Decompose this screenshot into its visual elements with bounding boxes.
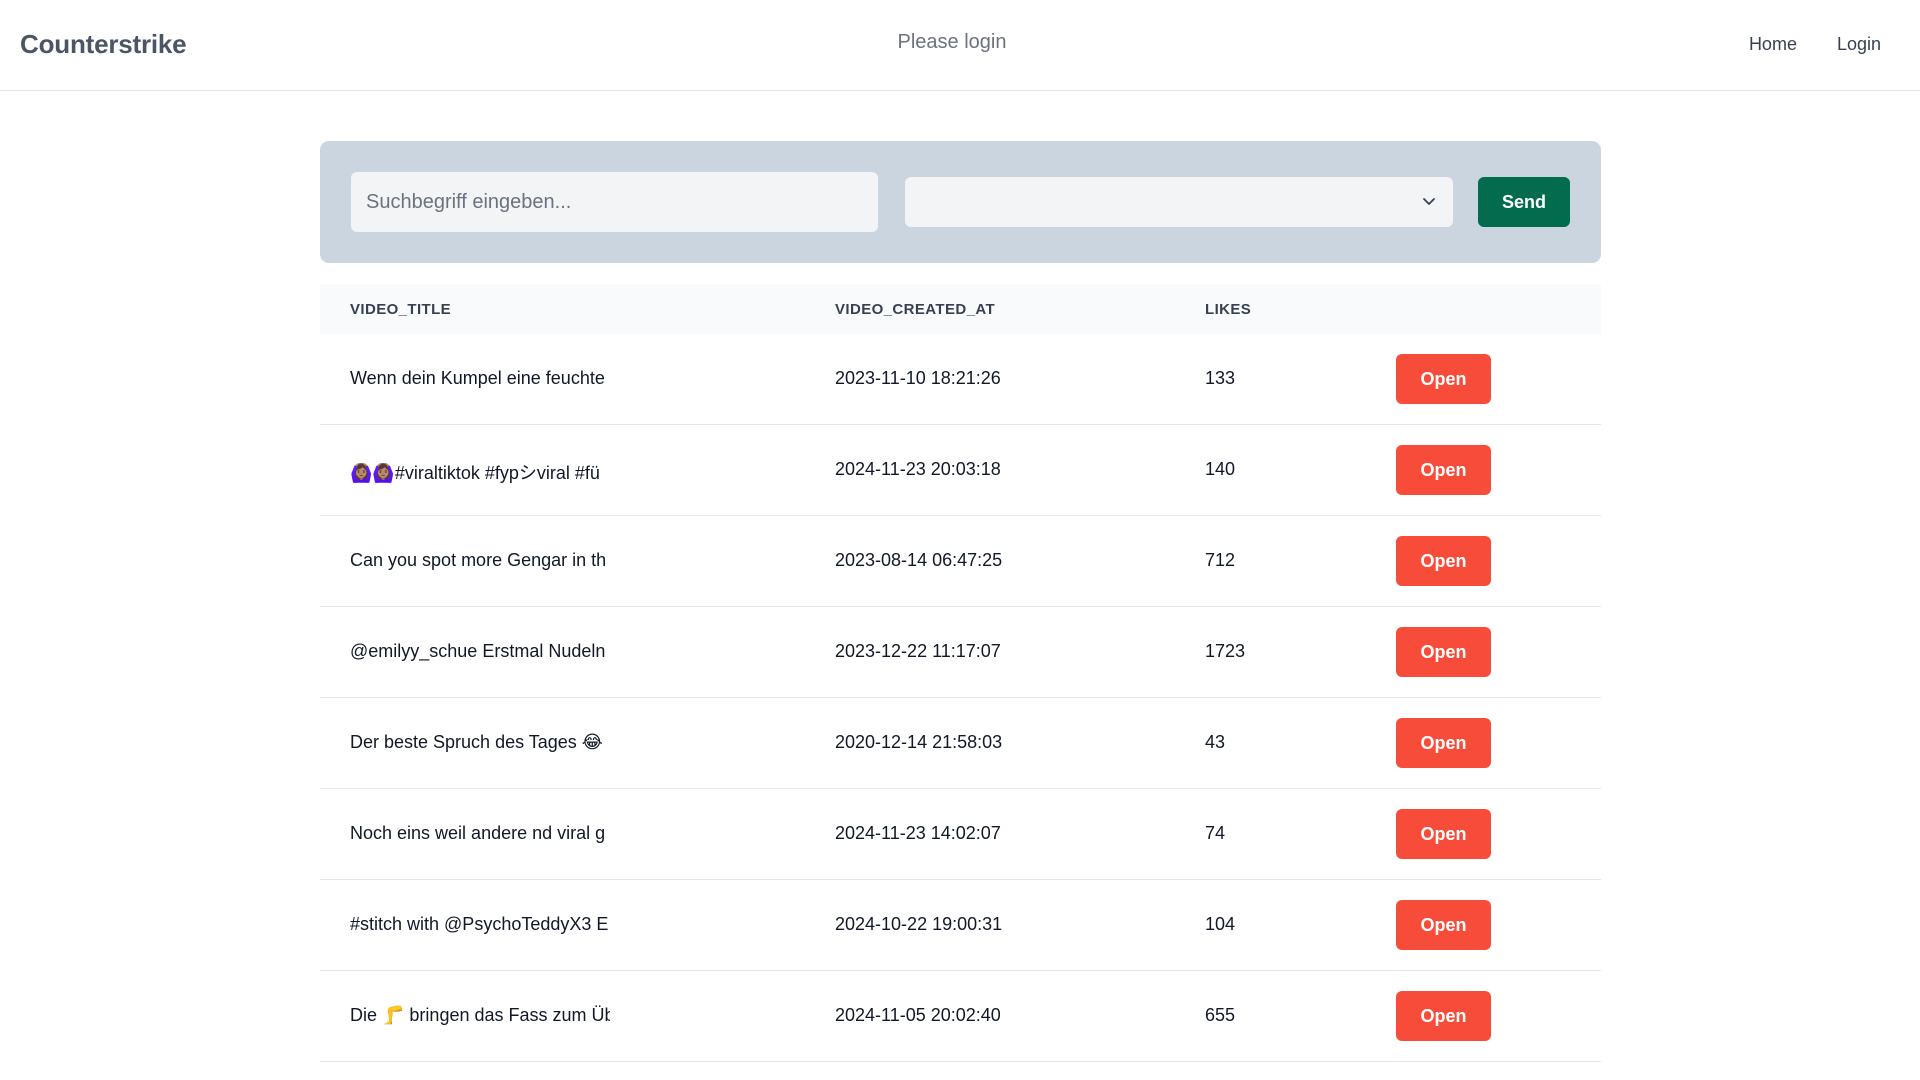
open-button[interactable]: Open	[1396, 718, 1491, 768]
header-video-title: VIDEO_TITLE	[350, 301, 452, 318]
likes-cell: 655	[1205, 1005, 1236, 1025]
video-title-cell: Die 🦵 bringen das Fass zum Üb	[350, 1005, 610, 1025]
table-row: Wenn dein Kumpel eine feuchte 2023-11-10…	[320, 334, 1601, 425]
results-table: VIDEO_TITLE VIDEO_CREATED_AT LIKES Wenn …	[320, 284, 1601, 1062]
open-button[interactable]: Open	[1396, 991, 1491, 1041]
video-created-at-cell: 2023-08-14 06:47:25	[835, 550, 1003, 570]
table-header: VIDEO_TITLE VIDEO_CREATED_AT LIKES	[320, 284, 1601, 334]
open-button[interactable]: Open	[1396, 809, 1491, 859]
send-button[interactable]: Send	[1478, 177, 1570, 227]
search-panel: Send	[320, 141, 1601, 263]
nav-login-link[interactable]: Login	[1837, 34, 1881, 55]
video-title-cell: @emilyy_schue Erstmal Nudeln	[350, 641, 606, 661]
filter-select[interactable]	[905, 177, 1453, 227]
header-video-created-at: VIDEO_CREATED_AT	[835, 301, 996, 318]
open-button[interactable]: Open	[1396, 354, 1491, 404]
login-message: Please login	[897, 31, 1007, 53]
likes-cell: 43	[1205, 732, 1226, 752]
video-title-cell: Wenn dein Kumpel eine feuchte	[350, 368, 605, 388]
video-title-cell: Can you spot more Gengar in th	[350, 550, 607, 570]
header-likes: LIKES	[1205, 301, 1252, 318]
main-container: Send VIDEO_TITLE VIDEO_CREATED_AT LIKES …	[320, 141, 1601, 1062]
video-title-cell: #stitch with @PsychoTeddyX3 E	[350, 914, 609, 934]
nav-home-link[interactable]: Home	[1749, 34, 1797, 55]
video-created-at-cell: 2024-11-23 20:03:18	[835, 459, 1001, 479]
likes-cell: 1723	[1205, 641, 1246, 661]
open-button[interactable]: Open	[1396, 900, 1491, 950]
video-created-at-cell: 2023-11-10 18:21:26	[835, 368, 1001, 388]
likes-cell: 712	[1205, 550, 1236, 570]
open-button[interactable]: Open	[1396, 536, 1491, 586]
open-button[interactable]: Open	[1396, 627, 1491, 677]
likes-cell: 140	[1205, 459, 1236, 479]
likes-cell: 133	[1205, 368, 1236, 388]
video-created-at-cell: 2023-12-22 11:17:07	[835, 641, 1001, 661]
search-input[interactable]	[351, 172, 878, 232]
table-row: Die 🦵 bringen das Fass zum Üb 2024-11-05…	[320, 971, 1601, 1062]
video-created-at-cell: 2020-12-14 21:58:03	[835, 732, 1003, 752]
table-row: #stitch with @PsychoTeddyX3 E 2024-10-22…	[320, 880, 1601, 971]
likes-cell: 74	[1205, 823, 1226, 843]
table-row: Can you spot more Gengar in th 2023-08-1…	[320, 516, 1601, 607]
navbar: Counterstrike Please login Home Login	[0, 0, 1920, 91]
video-title-cell: Der beste Spruch des Tages 😂	[350, 732, 603, 752]
video-created-at-cell: 2024-11-23 14:02:07	[835, 823, 1001, 843]
nav-links: Home Login	[1749, 34, 1881, 55]
chevron-down-icon	[1423, 198, 1435, 205]
video-title-cell: Noch eins weil andere nd viral g	[350, 823, 606, 843]
open-button[interactable]: Open	[1396, 445, 1491, 495]
video-title-cell: 🙆🏽‍♀️🙆🏽‍♀️#viraltiktok #fypシviral #fü	[350, 463, 600, 483]
likes-cell: 104	[1205, 914, 1236, 934]
video-created-at-cell: 2024-10-22 19:00:31	[835, 914, 1003, 934]
table-row: Noch eins weil andere nd viral g 2024-11…	[320, 789, 1601, 880]
table-row: Der beste Spruch des Tages 😂 2020-12-14 …	[320, 698, 1601, 789]
video-created-at-cell: 2024-11-05 20:02:40	[835, 1005, 1001, 1025]
table-row: 🙆🏽‍♀️🙆🏽‍♀️#viraltiktok #fypシviral #fü 20…	[320, 425, 1601, 516]
table-row: @emilyy_schue Erstmal Nudeln 2023-12-22 …	[320, 607, 1601, 698]
